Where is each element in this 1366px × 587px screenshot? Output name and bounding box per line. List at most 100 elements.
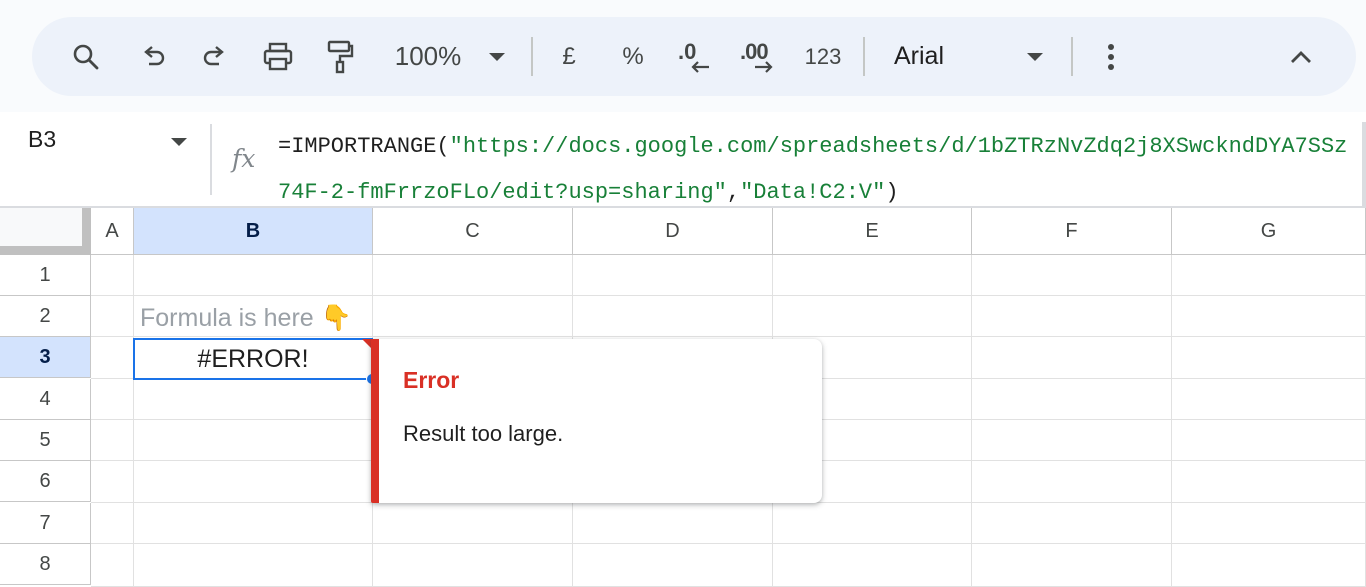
cell[interactable] [1172,544,1366,587]
cell[interactable] [134,379,373,420]
row-header-6[interactable]: 6 [0,461,91,502]
cell[interactable] [1172,461,1366,503]
undo-icon[interactable] [134,17,172,96]
percent-format-button[interactable]: % [616,17,650,96]
print-icon[interactable] [258,17,298,96]
cell[interactable] [134,503,373,544]
cell[interactable] [91,503,134,544]
cell[interactable] [773,296,972,337]
column-header-e[interactable]: E [773,208,972,255]
cell[interactable] [972,255,1172,296]
formula-prefix: =IMPORTRANGE( [278,134,450,159]
toolbar: 100% £ % .0 .00 123 Arial [32,17,1356,96]
cell[interactable] [773,503,972,544]
row-header-1[interactable]: 1 [0,255,91,296]
search-icon[interactable] [66,17,106,96]
decrease-decimal-button[interactable]: .0 [674,17,718,96]
number-format-button[interactable]: 123 [800,17,846,96]
cell[interactable] [972,379,1172,420]
currency-symbol: £ [562,42,576,70]
name-box-dropdown-icon[interactable] [170,134,188,152]
cell[interactable] [1172,296,1366,337]
formula-suffix: ) [885,180,899,205]
zoom-select[interactable]: 100% [388,17,468,96]
cell[interactable] [373,255,573,296]
cell[interactable] [773,255,972,296]
cell[interactable] [972,337,1172,379]
cell[interactable] [972,461,1172,503]
select-all-corner[interactable] [0,208,91,255]
cell[interactable] [91,420,134,461]
cell[interactable] [1172,337,1366,379]
increase-decimal-button[interactable]: .00 [736,17,780,96]
collapse-toolbar-icon[interactable] [1284,17,1318,96]
column-header-d[interactable]: D [573,208,773,255]
column-header-b[interactable]: B [134,208,373,255]
row-header-8[interactable]: 8 [0,544,91,585]
fx-icon: fx [232,144,256,173]
cell[interactable] [1172,255,1366,296]
number-format-label: 123 [804,43,842,69]
row-header-7[interactable]: 7 [0,503,91,544]
currency-format-button[interactable]: £ [554,17,584,96]
cell[interactable] [134,461,373,503]
cell[interactable] [573,255,773,296]
row-header-3[interactable]: 3 [0,337,91,378]
cell[interactable] [373,544,573,587]
formula-range-argument: "Data!C2:V" [740,180,886,205]
formula-bar-divider [210,124,212,195]
cell[interactable] [773,544,972,587]
cell-b2[interactable]: Formula is here 👇 [140,296,352,340]
toolbar-divider [1071,37,1073,76]
column-header-f[interactable]: F [972,208,1172,255]
font-name: Arial [894,42,945,70]
cell[interactable] [573,544,773,587]
cell[interactable] [373,296,573,337]
zoom-dropdown-icon[interactable] [484,17,510,96]
cell[interactable] [1172,379,1366,420]
toolbar-divider [863,37,865,76]
percent-symbol: % [622,42,644,70]
toolbar-area: 100% £ % .0 .00 123 Arial [0,0,1366,112]
row-header-4[interactable]: 4 [0,379,91,420]
column-header-c[interactable]: C [373,208,573,255]
cell[interactable] [134,255,373,296]
cell[interactable] [134,420,373,461]
column-header-g[interactable]: G [1172,208,1366,255]
row-header-2[interactable]: 2 [0,296,91,337]
formula-bar: B3 fx =IMPORTRANGE("https://docs.google.… [0,112,1366,208]
frozen-row-handle[interactable] [0,246,91,255]
cell[interactable] [573,503,773,544]
formula-comma: , [726,180,741,205]
cell[interactable] [573,296,773,337]
cell[interactable] [972,296,1172,337]
paint-format-icon[interactable] [320,17,360,96]
cell[interactable] [972,503,1172,544]
cell[interactable] [972,544,1172,587]
error-message: Result too large. [403,421,564,446]
formula-input[interactable]: =IMPORTRANGE("https://docs.google.com/sp… [278,124,1353,216]
cell[interactable] [91,296,134,337]
more-options-icon[interactable] [1098,17,1124,96]
cell[interactable] [91,255,134,296]
cell[interactable] [91,544,134,587]
redo-icon[interactable] [196,17,234,96]
cell[interactable] [91,379,134,420]
increase-decimal-icon: .00 [738,37,778,77]
cell-b3-selected[interactable]: #ERROR! [133,338,373,380]
row-header-5[interactable]: 5 [0,420,91,461]
zoom-value: 100% [394,41,462,71]
cell[interactable] [373,503,573,544]
cell[interactable] [91,337,134,379]
name-box[interactable]: B3 [28,126,56,153]
cell[interactable] [1172,503,1366,544]
decrease-decimal-icon: .0 [676,37,716,77]
cell[interactable] [91,461,134,503]
column-header-a[interactable]: A [91,208,134,255]
cell[interactable] [134,544,373,587]
toolbar-divider [531,37,533,76]
error-popup: Error Result too large. [371,339,822,503]
cell[interactable] [1172,420,1366,461]
font-dropdown-icon[interactable] [1022,17,1048,96]
cell[interactable] [972,420,1172,461]
